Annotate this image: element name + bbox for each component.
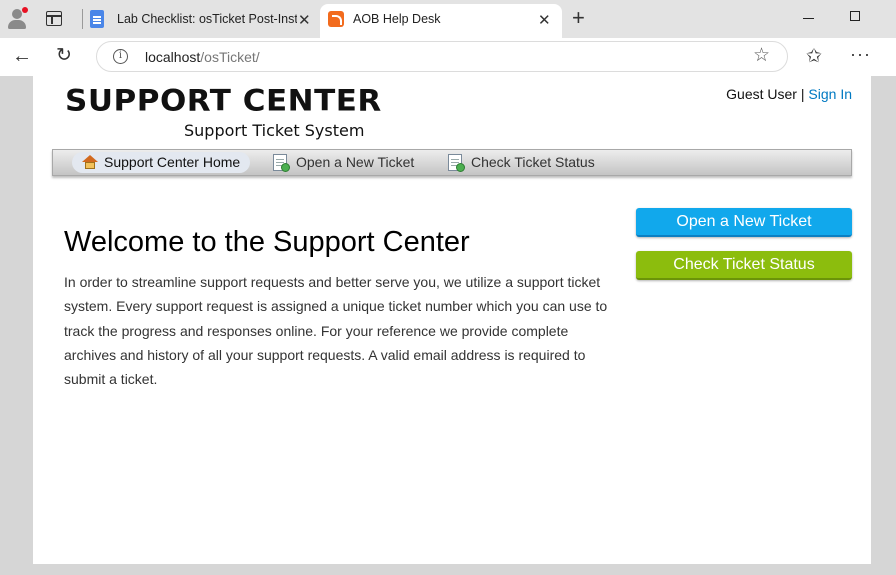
google-docs-icon — [90, 10, 104, 28]
tab-actions-icon[interactable] — [46, 11, 62, 26]
nav-item-label: Check Ticket Status — [471, 154, 595, 170]
minimize-icon[interactable] — [803, 18, 814, 19]
guest-user-label: Guest User — [726, 86, 797, 102]
reload-icon[interactable]: ↻ — [56, 44, 72, 68]
page-viewport: SUPPORT CENTER Support Ticket System Gue… — [0, 76, 896, 575]
page-title: Welcome to the Support Center — [64, 226, 470, 258]
browser-toolbar: ← ↻ i localhost/osTicket/ ☆ ✩ ··· — [0, 38, 896, 102]
user-bar: Guest User | Sign In — [726, 86, 852, 102]
tab-title: Lab Checklist: osTicket Post-Install — [117, 12, 297, 26]
new-tab-icon[interactable]: + — [572, 6, 585, 30]
logo-subtitle: Support Ticket System — [184, 121, 365, 140]
open-new-ticket-button[interactable]: Open a New Ticket — [636, 208, 852, 237]
close-tab-icon[interactable]: ✕ — [298, 11, 311, 29]
welcome-paragraph: In order to streamline support requests … — [64, 274, 608, 388]
main-nav: Support Center Home Open a New Ticket Ch… — [52, 149, 852, 176]
nav-item-home[interactable]: Support Center Home — [72, 152, 250, 173]
nav-item-label: Support Center Home — [104, 154, 241, 170]
check-ticket-status-button[interactable]: Check Ticket Status — [636, 251, 852, 280]
favorites-icon[interactable]: ✩ — [806, 45, 822, 68]
tab-lab-checklist[interactable]: Lab Checklist: osTicket Post-Install ✕ — [84, 4, 320, 38]
back-arrow-icon[interactable]: ← — [12, 44, 32, 68]
tab-separator — [82, 9, 83, 29]
more-icon[interactable]: ··· — [850, 44, 871, 65]
site-info-icon[interactable]: i — [113, 49, 128, 64]
address-bar[interactable]: i localhost/osTicket/ ☆ — [96, 41, 788, 72]
url-text[interactable]: localhost/osTicket/ — [145, 49, 260, 65]
profile-icon[interactable] — [6, 7, 28, 29]
close-tab-icon[interactable]: ✕ — [538, 11, 551, 29]
user-separator: | — [800, 86, 805, 102]
nav-item-label: Open a New Ticket — [296, 154, 415, 170]
tab-aob-help-desk[interactable]: AOB Help Desk ✕ — [320, 4, 562, 38]
ticket-status-icon — [448, 154, 465, 172]
home-icon — [82, 155, 98, 169]
tab-strip: Lab Checklist: osTicket Post-Install ✕ A… — [0, 0, 896, 38]
star-icon[interactable]: ☆ — [753, 44, 770, 67]
page-container: SUPPORT CENTER Support Ticket System Gue… — [33, 76, 871, 564]
new-ticket-icon — [273, 154, 290, 172]
tab-title: AOB Help Desk — [353, 12, 441, 26]
site-logo[interactable]: SUPPORT CENTER Support Ticket System — [65, 84, 382, 140]
logo-title: SUPPORT CENTER — [65, 84, 382, 119]
sign-in-link[interactable]: Sign In — [808, 86, 852, 102]
maximize-icon[interactable] — [850, 11, 860, 21]
aob-favicon-icon — [328, 11, 344, 27]
